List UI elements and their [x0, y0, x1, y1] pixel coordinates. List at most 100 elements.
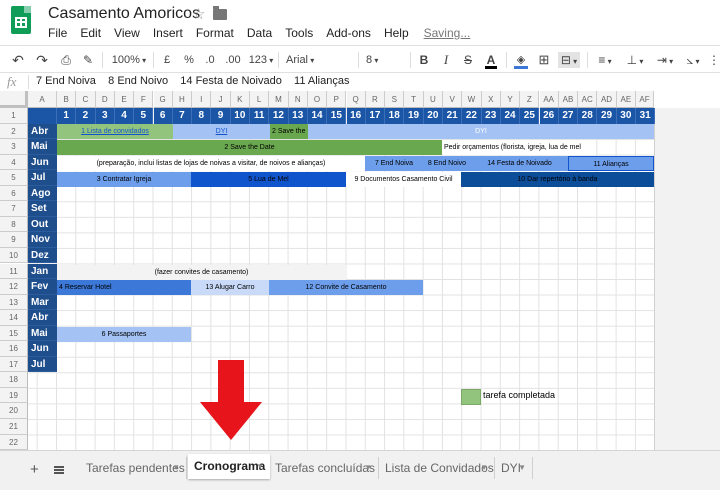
- paint-format-icon[interactable]: ✎: [80, 52, 96, 68]
- day-number-cell[interactable]: 11: [250, 108, 270, 124]
- strikethrough-button[interactable]: S: [462, 52, 474, 68]
- day-number-cell[interactable]: 22: [462, 108, 482, 124]
- row-header[interactable]: 15: [0, 325, 28, 342]
- text-color-button[interactable]: A: [485, 52, 497, 69]
- column-header[interactable]: Z: [520, 91, 540, 108]
- currency-button[interactable]: £: [160, 52, 174, 68]
- month-cell[interactable]: Nov: [28, 232, 57, 248]
- task-bar[interactable]: 11 Alianças: [568, 156, 654, 171]
- task-bar[interactable]: 4 Reservar Hotel: [57, 280, 191, 295]
- month-cell[interactable]: Jan: [28, 263, 57, 280]
- task-bar[interactable]: 9 Documentos Casamento Civil: [346, 172, 461, 187]
- formula-input[interactable]: 7 End Noiva 8 End Noivo 14 Festa de Noiv…: [36, 75, 349, 87]
- sheet-tab-cronograma[interactable]: Cronograma ▼: [188, 454, 270, 479]
- column-header[interactable]: R: [365, 91, 386, 108]
- column-header[interactable]: L: [250, 91, 270, 108]
- day-number-cell[interactable]: 3: [95, 108, 115, 124]
- month-cell[interactable]: Mai: [28, 139, 57, 155]
- row-header[interactable]: 3: [0, 139, 28, 155]
- month-cell[interactable]: Abr: [28, 123, 57, 140]
- chevron-down-icon[interactable]: ▼: [364, 457, 372, 479]
- menu-format[interactable]: Format: [196, 26, 234, 42]
- row-header[interactable]: 17: [0, 356, 28, 373]
- column-header[interactable]: V: [443, 91, 463, 108]
- row-header[interactable]: 22: [0, 434, 28, 450]
- row-header[interactable]: 1: [0, 108, 28, 124]
- month-cell[interactable]: Jul: [28, 170, 57, 186]
- percent-button[interactable]: %: [182, 52, 196, 68]
- month-cell[interactable]: Mai: [28, 325, 57, 342]
- menu-edit[interactable]: Edit: [80, 26, 101, 42]
- menu-help[interactable]: Help: [384, 26, 409, 42]
- task-bar[interactable]: 14 Festa de Noivado: [471, 156, 568, 171]
- task-bar[interactable]: DYI: [308, 124, 654, 139]
- month-cell[interactable]: Out: [28, 216, 57, 233]
- column-header[interactable]: C: [76, 91, 96, 108]
- row-header[interactable]: 7: [0, 201, 28, 217]
- row-header[interactable]: 4: [0, 154, 28, 171]
- day-number-cell[interactable]: 23: [481, 108, 501, 124]
- task-bar[interactable]: 10 Dar repertório à banda: [461, 172, 654, 187]
- column-header[interactable]: I: [192, 91, 212, 108]
- column-header[interactable]: B: [57, 91, 77, 108]
- column-header[interactable]: H: [172, 91, 193, 108]
- column-header[interactable]: AA: [539, 91, 559, 108]
- row-header[interactable]: 6: [0, 185, 28, 202]
- row-header[interactable]: 10: [0, 247, 28, 264]
- chevron-down-icon[interactable]: ▼: [256, 454, 264, 479]
- day-number-cell[interactable]: 10: [230, 108, 250, 124]
- column-header[interactable]: Q: [346, 91, 366, 108]
- sheets-logo-icon[interactable]: [11, 6, 31, 34]
- column-header[interactable]: E: [114, 91, 135, 108]
- bold-button[interactable]: B: [418, 52, 430, 68]
- day-number-cell[interactable]: 20: [423, 108, 443, 124]
- column-header[interactable]: AE: [616, 91, 636, 108]
- day-number-cell[interactable]: 31: [636, 108, 656, 124]
- print-icon[interactable]: ⎙: [58, 52, 74, 68]
- day-number-cell[interactable]: 24: [500, 108, 521, 124]
- column-header[interactable]: G: [153, 91, 173, 108]
- day-number-cell[interactable]: 9: [211, 108, 231, 124]
- font-size-select[interactable]: 8: [366, 52, 404, 68]
- column-header[interactable]: AC: [578, 91, 598, 108]
- folder-icon[interactable]: [213, 6, 227, 20]
- day-number-cell[interactable]: 18: [385, 108, 405, 124]
- row-header[interactable]: 9: [0, 232, 28, 248]
- column-header[interactable]: X: [481, 91, 501, 108]
- task-bar[interactable]: (preparação, inclui listas de lojas de n…: [57, 156, 365, 171]
- month-cell[interactable]: Fev: [28, 279, 57, 295]
- redo-icon[interactable]: ↷: [34, 52, 50, 68]
- chevron-down-icon[interactable]: ▼: [518, 457, 526, 479]
- row-header[interactable]: 19: [0, 387, 28, 404]
- month-cell[interactable]: Dez: [28, 247, 57, 264]
- column-header[interactable]: F: [134, 91, 154, 108]
- month-cell[interactable]: Mar: [28, 294, 57, 311]
- task-bar[interactable]: DYI: [173, 124, 270, 139]
- fill-color-icon[interactable]: ◈: [514, 52, 528, 69]
- column-header[interactable]: AD: [597, 91, 617, 108]
- column-header[interactable]: Y: [500, 91, 521, 108]
- menu-addons[interactable]: Add-ons: [326, 26, 371, 42]
- row-header[interactable]: 13: [0, 294, 28, 311]
- chevron-down-icon[interactable]: ▼: [172, 457, 180, 479]
- day-number-cell[interactable]: 4: [114, 108, 135, 124]
- row-header[interactable]: 11: [0, 263, 28, 280]
- menu-data[interactable]: Data: [247, 26, 272, 42]
- day-number-cell[interactable]: 16: [346, 108, 366, 124]
- horizontal-align-icon[interactable]: ≡: [596, 52, 614, 68]
- task-bar[interactable]: 13 Alugar Carro: [191, 280, 269, 295]
- task-bar[interactable]: 8 End Noivo: [423, 156, 471, 171]
- month-cell[interactable]: Jul: [28, 356, 57, 373]
- text-wrap-icon[interactable]: ⇥: [656, 52, 674, 68]
- task-bar[interactable]: 2 Save the: [270, 124, 308, 139]
- more-icon[interactable]: ⋮: [708, 52, 720, 68]
- day-number-cell[interactable]: 7: [172, 108, 193, 124]
- column-header[interactable]: AF: [636, 91, 654, 108]
- sheet-tab-concluidas[interactable]: Tarefas concluídas ▼: [269, 457, 379, 479]
- row-header[interactable]: 21: [0, 419, 28, 435]
- task-bar[interactable]: 1 Lista de convidados: [57, 124, 173, 139]
- day-number-cell[interactable]: 15: [327, 108, 347, 124]
- task-bar[interactable]: (fazer convites de casamento): [57, 265, 346, 280]
- day-number-cell[interactable]: 29: [597, 108, 617, 124]
- row-header[interactable]: 20: [0, 403, 28, 419]
